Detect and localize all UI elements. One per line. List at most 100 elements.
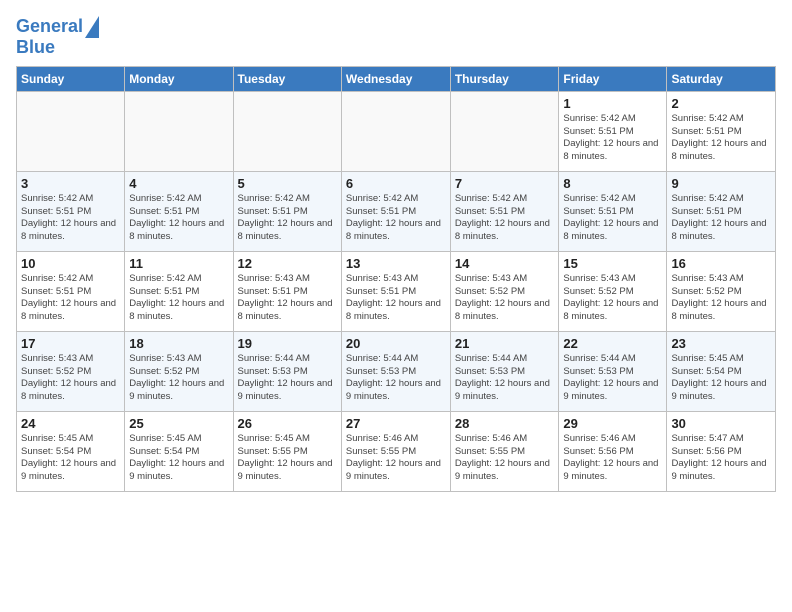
day-info: Sunrise: 5:45 AM Sunset: 5:54 PM Dayligh… — [129, 433, 228, 484]
day-info: Sunrise: 5:44 AM Sunset: 5:53 PM Dayligh… — [563, 353, 662, 404]
calendar-cell: 5 Sunrise: 5:42 AM Sunset: 5:51 PM Daylig… — [233, 171, 341, 251]
day-info: Sunrise: 5:42 AM Sunset: 5:51 PM Dayligh… — [671, 193, 771, 244]
calendar-cell: 1 Sunrise: 5:42 AM Sunset: 5:51 PM Daylig… — [559, 91, 667, 171]
calendar-cell: 7 Sunrise: 5:42 AM Sunset: 5:51 PM Daylig… — [450, 171, 559, 251]
calendar-cell: 12 Sunrise: 5:43 AM Sunset: 5:51 PM Dayli… — [233, 251, 341, 331]
day-info: Sunrise: 5:43 AM Sunset: 5:51 PM Dayligh… — [238, 273, 337, 324]
day-number: 11 — [129, 256, 228, 271]
day-info: Sunrise: 5:43 AM Sunset: 5:52 PM Dayligh… — [563, 273, 662, 324]
day-info: Sunrise: 5:45 AM Sunset: 5:54 PM Dayligh… — [21, 433, 120, 484]
day-number: 27 — [346, 416, 446, 431]
calendar-week-row: 1 Sunrise: 5:42 AM Sunset: 5:51 PM Daylig… — [17, 91, 776, 171]
day-info: Sunrise: 5:43 AM Sunset: 5:52 PM Dayligh… — [129, 353, 228, 404]
day-info: Sunrise: 5:44 AM Sunset: 5:53 PM Dayligh… — [238, 353, 337, 404]
day-number: 6 — [346, 176, 446, 191]
calendar-cell — [450, 91, 559, 171]
day-number: 17 — [21, 336, 120, 351]
calendar-cell: 4 Sunrise: 5:42 AM Sunset: 5:51 PM Daylig… — [125, 171, 233, 251]
weekday-header-saturday: Saturday — [667, 66, 776, 91]
day-number: 29 — [563, 416, 662, 431]
calendar-cell: 11Sunrise: 5:42 AM Sunset: 5:51 PM Dayli… — [125, 251, 233, 331]
calendar-cell: 25 Sunrise: 5:45 AM Sunset: 5:54 PM Dayli… — [125, 411, 233, 491]
day-info: Sunrise: 5:46 AM Sunset: 5:55 PM Dayligh… — [346, 433, 446, 484]
calendar-cell — [17, 91, 125, 171]
calendar-cell — [341, 91, 450, 171]
logo-text-general: General — [16, 17, 83, 37]
calendar-cell: 3Sunrise: 5:42 AM Sunset: 5:51 PM Daylig… — [17, 171, 125, 251]
day-number: 16 — [671, 256, 771, 271]
logo-text-blue: Blue — [16, 38, 55, 58]
day-info: Sunrise: 5:44 AM Sunset: 5:53 PM Dayligh… — [346, 353, 446, 404]
day-number: 1 — [563, 96, 662, 111]
day-number: 12 — [238, 256, 337, 271]
calendar-cell: 26Sunrise: 5:45 AM Sunset: 5:55 PM Dayli… — [233, 411, 341, 491]
calendar-cell: 28Sunrise: 5:46 AM Sunset: 5:55 PM Dayli… — [450, 411, 559, 491]
calendar-cell: 24 Sunrise: 5:45 AM Sunset: 5:54 PM Dayli… — [17, 411, 125, 491]
day-number: 15 — [563, 256, 662, 271]
calendar-week-row: 3Sunrise: 5:42 AM Sunset: 5:51 PM Daylig… — [17, 171, 776, 251]
day-number: 13 — [346, 256, 446, 271]
calendar-cell — [233, 91, 341, 171]
day-number: 8 — [563, 176, 662, 191]
day-number: 10 — [21, 256, 120, 271]
day-number: 22 — [563, 336, 662, 351]
day-info: Sunrise: 5:45 AM Sunset: 5:54 PM Dayligh… — [671, 353, 771, 404]
day-number: 9 — [671, 176, 771, 191]
calendar-cell: 22 Sunrise: 5:44 AM Sunset: 5:53 PM Dayli… — [559, 331, 667, 411]
day-number: 14 — [455, 256, 555, 271]
day-info: Sunrise: 5:42 AM Sunset: 5:51 PM Dayligh… — [21, 193, 120, 244]
calendar-cell: 21 Sunrise: 5:44 AM Sunset: 5:53 PM Dayli… — [450, 331, 559, 411]
calendar-cell: 8 Sunrise: 5:42 AM Sunset: 5:51 PM Daylig… — [559, 171, 667, 251]
logo: General Blue — [16, 16, 99, 58]
day-info: Sunrise: 5:43 AM Sunset: 5:51 PM Dayligh… — [346, 273, 446, 324]
day-number: 2 — [671, 96, 771, 111]
day-number: 18 — [129, 336, 228, 351]
calendar-week-row: 10 Sunrise: 5:42 AM Sunset: 5:51 PM Dayli… — [17, 251, 776, 331]
day-info: Sunrise: 5:42 AM Sunset: 5:51 PM Dayligh… — [346, 193, 446, 244]
calendar-cell: 30 Sunrise: 5:47 AM Sunset: 5:56 PM Dayli… — [667, 411, 776, 491]
day-info: Sunrise: 5:42 AM Sunset: 5:51 PM Dayligh… — [563, 193, 662, 244]
day-info: Sunrise: 5:43 AM Sunset: 5:52 PM Dayligh… — [21, 353, 120, 404]
calendar-table: SundayMondayTuesdayWednesdayThursdayFrid… — [16, 66, 776, 492]
calendar-cell: 6 Sunrise: 5:42 AM Sunset: 5:51 PM Daylig… — [341, 171, 450, 251]
day-info: Sunrise: 5:43 AM Sunset: 5:52 PM Dayligh… — [455, 273, 555, 324]
logo-icon — [85, 16, 99, 38]
day-number: 7 — [455, 176, 555, 191]
calendar-week-row: 24 Sunrise: 5:45 AM Sunset: 5:54 PM Dayli… — [17, 411, 776, 491]
day-info: Sunrise: 5:45 AM Sunset: 5:55 PM Dayligh… — [238, 433, 337, 484]
day-number: 5 — [238, 176, 337, 191]
day-info: Sunrise: 5:43 AM Sunset: 5:52 PM Dayligh… — [671, 273, 771, 324]
day-info: Sunrise: 5:42 AM Sunset: 5:51 PM Dayligh… — [563, 113, 662, 164]
day-info: Sunrise: 5:46 AM Sunset: 5:55 PM Dayligh… — [455, 433, 555, 484]
calendar-cell: 13 Sunrise: 5:43 AM Sunset: 5:51 PM Dayli… — [341, 251, 450, 331]
weekday-header-sunday: Sunday — [17, 66, 125, 91]
day-number: 25 — [129, 416, 228, 431]
day-number: 20 — [346, 336, 446, 351]
calendar-cell: 15 Sunrise: 5:43 AM Sunset: 5:52 PM Dayli… — [559, 251, 667, 331]
page-header: General Blue — [16, 16, 776, 58]
calendar-cell: 14 Sunrise: 5:43 AM Sunset: 5:52 PM Dayli… — [450, 251, 559, 331]
calendar-cell: 19Sunrise: 5:44 AM Sunset: 5:53 PM Dayli… — [233, 331, 341, 411]
day-number: 4 — [129, 176, 228, 191]
calendar-cell: 9 Sunrise: 5:42 AM Sunset: 5:51 PM Daylig… — [667, 171, 776, 251]
calendar-cell: 17 Sunrise: 5:43 AM Sunset: 5:52 PM Dayli… — [17, 331, 125, 411]
day-number: 30 — [671, 416, 771, 431]
day-info: Sunrise: 5:42 AM Sunset: 5:51 PM Dayligh… — [129, 193, 228, 244]
calendar-header-row: SundayMondayTuesdayWednesdayThursdayFrid… — [17, 66, 776, 91]
day-info: Sunrise: 5:42 AM Sunset: 5:51 PM Dayligh… — [455, 193, 555, 244]
day-info: Sunrise: 5:42 AM Sunset: 5:51 PM Dayligh… — [671, 113, 771, 164]
day-info: Sunrise: 5:42 AM Sunset: 5:51 PM Dayligh… — [238, 193, 337, 244]
day-info: Sunrise: 5:46 AM Sunset: 5:56 PM Dayligh… — [563, 433, 662, 484]
weekday-header-monday: Monday — [125, 66, 233, 91]
calendar-cell: 16 Sunrise: 5:43 AM Sunset: 5:52 PM Dayli… — [667, 251, 776, 331]
calendar-cell: 20 Sunrise: 5:44 AM Sunset: 5:53 PM Dayli… — [341, 331, 450, 411]
weekday-header-friday: Friday — [559, 66, 667, 91]
calendar-cell: 29 Sunrise: 5:46 AM Sunset: 5:56 PM Dayli… — [559, 411, 667, 491]
day-info: Sunrise: 5:42 AM Sunset: 5:51 PM Dayligh… — [21, 273, 120, 324]
weekday-header-thursday: Thursday — [450, 66, 559, 91]
day-number: 24 — [21, 416, 120, 431]
weekday-header-wednesday: Wednesday — [341, 66, 450, 91]
day-info: Sunrise: 5:44 AM Sunset: 5:53 PM Dayligh… — [455, 353, 555, 404]
day-number: 21 — [455, 336, 555, 351]
day-info: Sunrise: 5:47 AM Sunset: 5:56 PM Dayligh… — [671, 433, 771, 484]
